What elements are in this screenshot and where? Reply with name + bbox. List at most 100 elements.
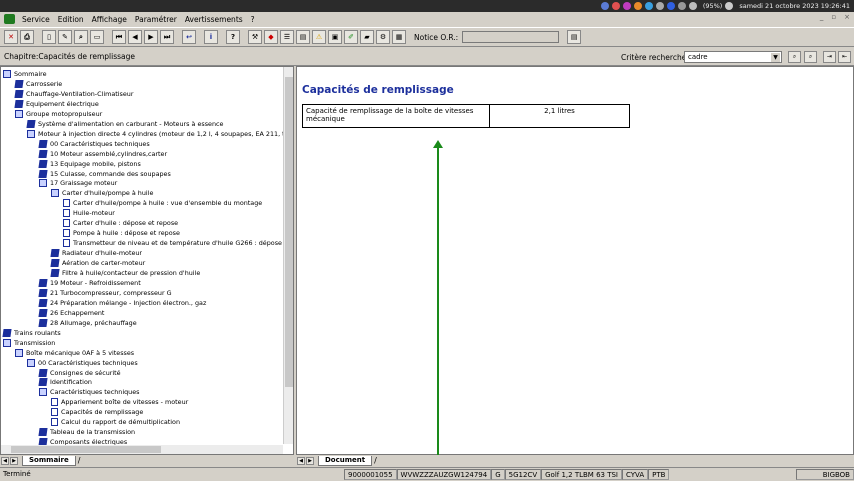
tree-item[interactable]: 13 Equipage mobile, pistons bbox=[38, 159, 141, 169]
tree-horizontal-scrollbar[interactable] bbox=[1, 445, 283, 454]
next-icon[interactable]: ▶ bbox=[144, 30, 158, 44]
tab-prev-icon[interactable]: ◀ bbox=[1, 456, 9, 465]
tree-vertical-scrollbar[interactable] bbox=[283, 67, 293, 444]
app-tray-icon[interactable] bbox=[633, 2, 642, 10]
menu-edition[interactable]: Edition bbox=[54, 15, 88, 24]
tree-item[interactable]: 00 Caractéristiques techniques bbox=[38, 139, 150, 149]
save-icon[interactable]: ▣ bbox=[328, 30, 342, 44]
tree-item[interactable]: Carrosserie bbox=[14, 79, 62, 89]
tree-item[interactable]: 28 Allumage, préchauffage bbox=[38, 318, 137, 328]
scrollbar-thumb[interactable] bbox=[285, 77, 293, 387]
car-icon[interactable]: ▰ bbox=[360, 30, 374, 44]
last-page-icon[interactable]: ⏭ bbox=[160, 30, 174, 44]
tree-item[interactable]: Transmetteur de niveau et de température… bbox=[63, 238, 293, 248]
tab-next-icon[interactable]: ▶ bbox=[306, 456, 314, 465]
close-icon[interactable]: × bbox=[844, 13, 850, 21]
tree-item[interactable]: Moteur à injection directe 4 cylindres (… bbox=[27, 129, 293, 139]
warning-icon[interactable]: ◆ bbox=[264, 30, 278, 44]
search-criteria-select[interactable]: cadre ▼ bbox=[684, 51, 782, 63]
tree-item[interactable]: 15 Culasse, commande des soupapes bbox=[38, 169, 171, 179]
tree-item[interactable]: Filtre à huile/contacteur de pression d'… bbox=[50, 268, 200, 278]
chevron-down-icon[interactable]: ▼ bbox=[771, 53, 780, 62]
tree-item[interactable]: Transmission bbox=[3, 338, 55, 348]
network-icon[interactable] bbox=[677, 2, 686, 10]
clock[interactable]: samedi 21 octobre 2023 19:26:41 bbox=[739, 2, 850, 10]
tree-item[interactable]: Chauffage-Ventilation-Climatiseur bbox=[14, 89, 133, 99]
tree-item[interactable]: Sommaire bbox=[3, 69, 47, 79]
caution-icon[interactable]: ⚠ bbox=[312, 30, 326, 44]
tree-item[interactable]: Appariement boîte de vitesses - moteur bbox=[51, 397, 188, 407]
tree-item[interactable]: 10 Moteur assemblé,cylindres,carter bbox=[38, 149, 167, 159]
app-tray-icon[interactable] bbox=[622, 2, 631, 10]
edit-icon[interactable]: ✎ bbox=[58, 30, 72, 44]
tree-item[interactable]: Equipement électrique bbox=[14, 99, 99, 109]
tree-item[interactable]: Capacités de remplissage bbox=[51, 407, 143, 417]
vehicle-icon[interactable]: ▭ bbox=[90, 30, 104, 44]
tab-prev-icon[interactable]: ◀ bbox=[297, 456, 305, 465]
app-tray-icon[interactable] bbox=[600, 2, 609, 10]
info-icon[interactable]: i bbox=[204, 30, 218, 44]
tools-icon[interactable]: ⚒ bbox=[248, 30, 262, 44]
tree-item[interactable]: Huile-moteur bbox=[63, 208, 115, 218]
app-tray-icon[interactable] bbox=[644, 2, 653, 10]
menu-service[interactable]: Service bbox=[18, 15, 54, 24]
tree-item[interactable]: Système d'alimentation en carburant - Mo… bbox=[26, 119, 224, 129]
help-icon[interactable]: ? bbox=[226, 30, 240, 44]
scrollbar-thumb[interactable] bbox=[11, 446, 161, 453]
notice-field[interactable] bbox=[462, 31, 560, 43]
app-tray-icon[interactable] bbox=[655, 2, 664, 10]
tree-item[interactable]: Boîte mécanique 0AF à 5 vitesses bbox=[15, 348, 134, 358]
tree-item[interactable]: 17 Graissage moteur bbox=[39, 178, 117, 188]
table-row: Capacité de remplissage de la boîte de v… bbox=[302, 104, 630, 128]
expand-icon[interactable]: ⇥ bbox=[823, 51, 836, 63]
previous-icon[interactable]: ◀ bbox=[128, 30, 142, 44]
find-icon[interactable]: ⌕ bbox=[74, 30, 88, 44]
tree-item[interactable]: Carter d'huile/pompe à huile : vue d'ens… bbox=[63, 198, 262, 208]
list-icon[interactable]: ☰ bbox=[280, 30, 294, 44]
repair-icon[interactable]: ⚙ bbox=[376, 30, 390, 44]
tree-item[interactable]: Caractéristiques techniques bbox=[39, 387, 139, 397]
menu-avertissements[interactable]: Avertissements bbox=[181, 15, 247, 24]
volume-icon[interactable] bbox=[725, 2, 734, 10]
menu-help[interactable]: ? bbox=[247, 15, 259, 24]
tab-document[interactable]: Document bbox=[318, 455, 373, 466]
report-icon[interactable]: ▦ bbox=[392, 30, 406, 44]
search-binoculars-icon[interactable]: ⌕ bbox=[788, 51, 801, 63]
tree-item[interactable]: 24 Préparation mélange - Injection élect… bbox=[38, 298, 206, 308]
tree-item[interactable]: 26 Echappement bbox=[38, 308, 104, 318]
tree-item[interactable]: 19 Moteur - Refroidissement bbox=[38, 278, 141, 288]
tree-item[interactable]: Pompe à huile : dépose et repose bbox=[63, 228, 180, 238]
tree-item[interactable]: Radiateur d'huile-moteur bbox=[50, 248, 142, 258]
tree-item[interactable]: Carter d'huile/pompe à huile bbox=[51, 188, 153, 198]
exit-icon[interactable]: ✕ bbox=[4, 30, 18, 44]
tree-item[interactable]: Tableau de la transmission bbox=[38, 427, 135, 437]
tree-item[interactable]: 21 Turbocompresseur, compresseur G bbox=[38, 288, 172, 298]
menu-parametrer[interactable]: Paramétrer bbox=[131, 15, 181, 24]
battery-icon[interactable] bbox=[688, 2, 697, 10]
menu-affichage[interactable]: Affichage bbox=[88, 15, 131, 24]
notes-icon[interactable]: ▤ bbox=[296, 30, 310, 44]
tab-sommaire[interactable]: Sommaire bbox=[22, 455, 76, 466]
back-icon[interactable]: ↩ bbox=[182, 30, 196, 44]
tree-item[interactable]: Identification bbox=[38, 377, 92, 387]
app-tray-icon[interactable] bbox=[611, 2, 620, 10]
notice-button[interactable]: ▤ bbox=[567, 30, 582, 44]
tree-item[interactable]: Calcul du rapport de démultiplication bbox=[51, 417, 180, 427]
print-icon[interactable]: ⎙ bbox=[20, 30, 34, 44]
tab-next-icon[interactable]: ▶ bbox=[10, 456, 18, 465]
tree-item[interactable]: Consignes de sécurité bbox=[38, 368, 121, 378]
restore-icon[interactable]: ▫ bbox=[831, 13, 836, 21]
tree-item[interactable]: Carter d'huile : dépose et repose bbox=[63, 218, 178, 228]
tree-item[interactable]: Aération de carter-moteur bbox=[50, 258, 145, 268]
tree-item[interactable]: Trains roulants bbox=[2, 328, 61, 338]
tree-item[interactable]: 00 Caractéristiques techniques bbox=[27, 358, 138, 368]
tree-item[interactable]: Groupe motopropulseur bbox=[15, 109, 102, 119]
first-page-icon[interactable]: ⏮ bbox=[112, 30, 126, 44]
new-document-icon[interactable]: ▯ bbox=[42, 30, 56, 44]
search-next-icon[interactable]: ⌕ bbox=[804, 51, 817, 63]
highlight-icon[interactable]: ✐ bbox=[344, 30, 358, 44]
collapse-icon[interactable]: ⇤ bbox=[838, 51, 851, 63]
bluetooth-icon[interactable] bbox=[666, 2, 675, 10]
annotation-arrow-line bbox=[437, 147, 439, 455]
minimize-icon[interactable]: _ bbox=[820, 13, 824, 21]
